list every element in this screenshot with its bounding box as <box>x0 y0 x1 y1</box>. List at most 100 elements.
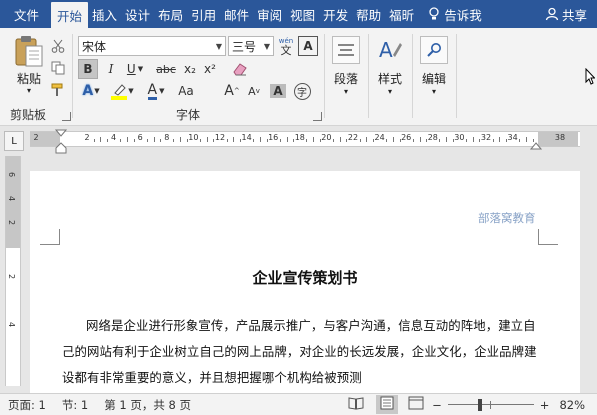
tab-mailings[interactable]: 邮件 <box>220 0 253 28</box>
mouse-cursor-icon <box>585 68 595 85</box>
ruler-number: 6 <box>137 133 143 142</box>
phonetic-guide-button[interactable]: wén 文 <box>276 34 296 58</box>
clipboard-dialog-launcher[interactable] <box>62 112 71 121</box>
character-border-glyph: A <box>303 39 313 53</box>
ruler-tick <box>339 137 341 142</box>
tab-stop-selector[interactable]: L <box>4 131 24 151</box>
editing-button[interactable]: 编辑 ▾ <box>416 36 452 96</box>
copy-button[interactable] <box>48 58 68 78</box>
zoom-in-button[interactable]: + <box>540 398 550 412</box>
tab-view[interactable]: 视图 <box>286 0 319 28</box>
tab-file[interactable]: 文件 <box>0 0 51 28</box>
character-border-button[interactable]: A <box>298 36 318 56</box>
ruler-tick <box>133 139 135 142</box>
phonetic-char: 文 <box>280 44 292 57</box>
tab-foxit[interactable]: 福昕 <box>385 0 418 28</box>
highlighter-icon <box>111 84 128 100</box>
paste-button[interactable]: 粘贴 ▾ <box>8 34 50 95</box>
font-size-value: 三号 <box>232 39 257 54</box>
ruler-tick <box>439 139 441 142</box>
underline-button[interactable]: U ▼ <box>122 59 148 79</box>
chevron-down-icon: ▼ <box>94 87 100 95</box>
ruler-tick <box>173 139 175 142</box>
styles-button[interactable]: A 样式 ▾ <box>372 36 408 96</box>
ruler-number: 2 <box>33 133 39 142</box>
change-case-button[interactable]: Aa <box>174 81 198 101</box>
right-indent-marker[interactable] <box>530 142 542 150</box>
status-page[interactable]: 页面: 1 <box>8 397 46 413</box>
cut-button[interactable] <box>48 36 68 56</box>
text-effects-button[interactable]: A ▼ <box>78 81 104 101</box>
clear-formatting-button[interactable] <box>230 59 250 79</box>
chevron-down-icon: ▼ <box>263 42 270 51</box>
tell-me-box[interactable]: 告诉我 <box>428 0 482 28</box>
format-painter-button[interactable] <box>48 80 68 100</box>
status-section[interactable]: 节: 1 <box>62 397 88 413</box>
first-line-indent-marker[interactable] <box>55 129 67 137</box>
tab-help[interactable]: 帮助 <box>352 0 385 28</box>
chevron-down-icon: ▾ <box>387 87 392 96</box>
ruler-number: 14 <box>241 133 252 142</box>
subscript-button[interactable]: x₂ <box>180 59 200 79</box>
tab-review[interactable]: 审阅 <box>253 0 286 28</box>
ruler-tick <box>200 139 202 142</box>
bold-button[interactable]: B <box>78 59 98 79</box>
italic-button[interactable]: I <box>101 59 121 79</box>
horizontal-ruler[interactable]: 2 2 4 6 8 10 12 14 16 18 20 22 24 26 28 30 32 34 38 <box>30 131 580 147</box>
page-header-text: 部落窝教育 <box>478 211 536 225</box>
font-name-combo[interactable]: 宋体 ▼ <box>78 36 226 56</box>
bold-glyph: B <box>83 62 93 76</box>
status-page-count[interactable]: 第 1 页，共 8 页 <box>104 397 191 413</box>
enclose-characters-button[interactable]: 字 <box>292 81 312 101</box>
font-dialog-launcher[interactable] <box>313 112 322 121</box>
vertical-scrollbar[interactable] <box>580 154 597 393</box>
ruler-tick <box>233 137 235 142</box>
tab-layout[interactable]: 布局 <box>154 0 187 28</box>
character-shading-button[interactable]: A <box>268 81 288 101</box>
read-mode-button[interactable] <box>348 396 364 413</box>
paragraph-button[interactable]: 段落 ▾ <box>328 36 364 96</box>
magnifier-icon <box>420 36 448 64</box>
tab-insert[interactable]: 插入 <box>88 0 121 28</box>
tab-references[interactable]: 引用 <box>187 0 220 28</box>
ruler-number: 32 <box>480 133 492 142</box>
zoom-slider-center-tick <box>489 400 491 409</box>
vruler-number: 6 <box>7 171 17 178</box>
share-label: 共享 <box>561 7 587 23</box>
web-layout-button[interactable] <box>408 396 424 413</box>
shrink-font-button[interactable]: Av <box>244 81 264 101</box>
font-group-label: 字体 <box>176 108 201 122</box>
tab-developer[interactable]: 开发 <box>319 0 352 28</box>
superscript-button[interactable]: x² <box>200 59 220 79</box>
paragraph-label: 段落 <box>333 72 358 86</box>
zoom-out-button[interactable]: − <box>432 398 442 412</box>
font-color-button[interactable]: A ▼ <box>142 81 170 101</box>
ruler-tick <box>226 139 228 142</box>
highlight-color-button[interactable]: ▼ <box>108 81 136 101</box>
paintbrush-icon <box>51 83 63 96</box>
share-button[interactable]: 共享 <box>545 0 587 28</box>
zoom-slider[interactable] <box>447 398 534 411</box>
ruler-tick <box>359 139 361 142</box>
zoom-level[interactable]: 82% <box>559 398 585 412</box>
grow-font-button[interactable]: A ^ <box>222 81 242 101</box>
ruler-tick <box>492 139 494 142</box>
print-layout-button[interactable] <box>376 395 399 414</box>
zoom-slider-thumb[interactable] <box>477 398 482 411</box>
strikethrough-button[interactable]: abc <box>154 59 178 79</box>
ruler-tick <box>519 139 521 142</box>
document-page[interactable]: 部落窝教育 企业宣传策划书 网络是企业进行形象宣传，产品展示推广，与客户沟通，信… <box>30 171 580 393</box>
font-size-combo[interactable]: 三号 ▼ <box>228 36 274 56</box>
ruler-number: 20 <box>321 133 332 142</box>
tab-home[interactable]: 开始 <box>51 2 89 28</box>
subscript-glyph: x₂ <box>184 62 196 76</box>
hanging-indent-marker[interactable] <box>55 142 67 154</box>
web-layout-icon <box>408 396 424 410</box>
ruler-number: 8 <box>164 133 170 142</box>
tab-design[interactable]: 设计 <box>121 0 154 28</box>
group-separator <box>456 34 457 118</box>
group-separator <box>412 34 413 118</box>
page-layout-icon <box>380 396 394 410</box>
enclose-characters-glyph: 字 <box>293 82 311 100</box>
vertical-ruler[interactable]: 6 4 2 2 4 <box>5 156 21 386</box>
